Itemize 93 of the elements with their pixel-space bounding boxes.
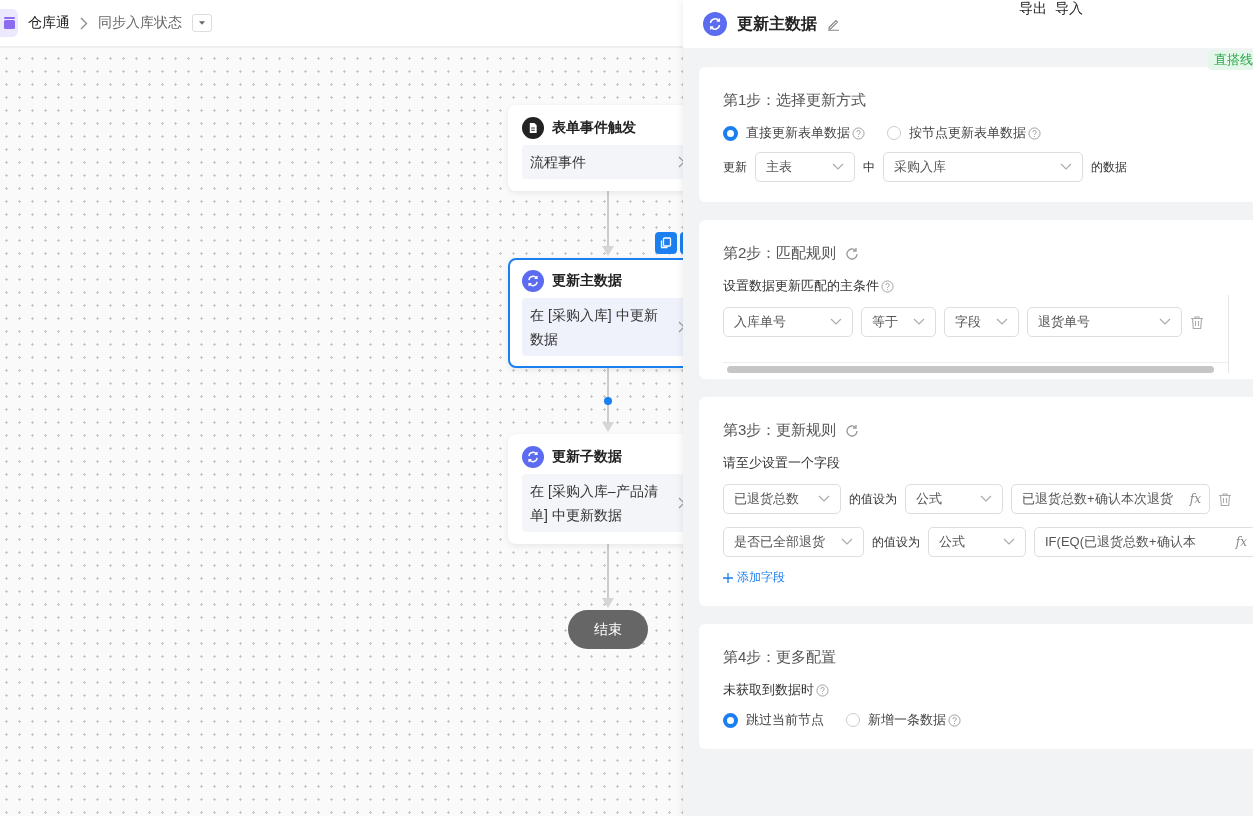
- chevron-down-icon: [830, 318, 842, 326]
- edit-icon[interactable]: [827, 17, 840, 31]
- step-title: 第1步：选择更新方式: [723, 91, 867, 110]
- radio-option[interactable]: 跳过当前节点: [723, 711, 824, 729]
- radio-button[interactable]: [723, 712, 738, 728]
- dropdown[interactable]: 是否已全部退货: [723, 527, 864, 557]
- connector-arrow: [602, 368, 614, 432]
- node-title: 表单事件触发: [552, 119, 636, 137]
- sync-icon: [522, 446, 544, 468]
- node-title: 更新主数据: [552, 272, 622, 290]
- connector-arrow: [602, 544, 614, 608]
- sync-icon: [522, 270, 544, 292]
- flow-node[interactable]: 更新子数据 在 [采购入库–产品清单] 中更新数据: [508, 434, 683, 544]
- step-title: 第2步：匹配规则: [723, 244, 837, 263]
- radio-label: 新增一条数据: [868, 711, 946, 729]
- radio-button[interactable]: [887, 126, 901, 140]
- dropdown-button[interactable]: [192, 14, 212, 32]
- help-icon[interactable]: [1028, 126, 1041, 140]
- chevron-down-icon: [913, 318, 925, 326]
- node-content[interactable]: 流程事件: [522, 145, 683, 179]
- row-label: 的值设为: [872, 533, 920, 551]
- document-icon: [522, 117, 544, 139]
- connector-arrow: [602, 191, 614, 256]
- copy-button[interactable]: [655, 232, 677, 254]
- row-label: 的数据: [1091, 158, 1127, 176]
- radio-button[interactable]: [846, 713, 860, 727]
- radio-label: 跳过当前节点: [746, 711, 824, 729]
- app-logo[interactable]: [0, 9, 18, 37]
- dropdown[interactable]: 采购入库: [883, 152, 1083, 182]
- scrollbar[interactable]: [727, 366, 1214, 373]
- caret-icon: [199, 20, 205, 26]
- section-label: 设置数据更新匹配的主条件: [723, 277, 879, 295]
- formula-field[interactable]: 已退货总数+确认本次退货 fx: [1011, 484, 1210, 514]
- formula-text: 已退货总数+确认本次退货: [1022, 490, 1173, 508]
- chevron-down-icon: [832, 163, 844, 171]
- add-field-link[interactable]: 添加字段: [723, 569, 785, 586]
- radio-label: 按节点更新表单数据: [909, 124, 1026, 142]
- row-label: 的值设为: [849, 490, 897, 508]
- breadcrumb-current: 同步入库状态: [98, 14, 182, 32]
- breadcrumb-link[interactable]: 仓库通: [28, 14, 70, 32]
- sync-icon: [703, 12, 727, 36]
- dropdown[interactable]: 已退货总数: [723, 484, 841, 514]
- chevron-down-icon: [841, 538, 853, 546]
- plus-icon: [723, 572, 733, 583]
- help-icon[interactable]: [816, 683, 829, 697]
- end-node[interactable]: 结束: [568, 610, 648, 649]
- dropdown[interactable]: 公式: [905, 484, 1003, 514]
- help-icon[interactable]: [852, 126, 865, 140]
- fx-icon[interactable]: fx: [1189, 492, 1201, 506]
- dropdown[interactable]: 等于: [861, 307, 936, 337]
- header-link[interactable]: 导出: [1019, 0, 1047, 18]
- row-label: 中: [863, 158, 875, 176]
- flow-node[interactable]: 表单事件触发 流程事件: [508, 105, 683, 191]
- chevron-right-icon: [80, 16, 88, 30]
- chevron-down-icon: [1159, 318, 1171, 326]
- node-content[interactable]: 在 [采购入库] 中更新数据: [522, 298, 683, 356]
- delete-icon[interactable]: [1218, 491, 1232, 507]
- status-tag: 直搭线: [1208, 50, 1253, 70]
- chevron-down-icon: [996, 318, 1008, 326]
- add-node-dot[interactable]: [604, 397, 612, 405]
- radio-label: 直接更新表单数据: [746, 124, 850, 142]
- help-icon[interactable]: [948, 713, 961, 727]
- section-label: 请至少设置一个字段: [723, 454, 840, 472]
- dropdown[interactable]: 字段: [944, 307, 1019, 337]
- chevron-down-icon: [1003, 538, 1015, 546]
- radio-button[interactable]: [723, 125, 738, 141]
- chevron-down-icon: [980, 495, 992, 503]
- delete-icon[interactable]: [1190, 314, 1204, 330]
- formula-field[interactable]: IF(EQ(已退货总数+确认本 fx: [1034, 527, 1253, 557]
- dropdown[interactable]: 退货单号: [1027, 307, 1182, 337]
- copy-icon: [660, 237, 672, 249]
- panel-title: 更新主数据: [737, 13, 817, 34]
- step-title: 第4步：更多配置: [723, 648, 837, 667]
- dropdown[interactable]: 入库单号: [723, 307, 853, 337]
- step-title: 第3步：更新规则: [723, 421, 837, 440]
- chevron-down-icon: [818, 495, 830, 503]
- dropdown[interactable]: 主表: [755, 152, 855, 182]
- radio-option[interactable]: 新增一条数据: [846, 711, 961, 729]
- dropdown[interactable]: 公式: [928, 527, 1026, 557]
- node-title: 更新子数据: [552, 448, 622, 466]
- header-link[interactable]: 导入: [1055, 0, 1083, 18]
- formula-text: IF(EQ(已退货总数+确认本: [1045, 533, 1196, 551]
- refresh-icon[interactable]: [844, 245, 861, 262]
- chevron-down-icon: [1060, 163, 1072, 171]
- node-content[interactable]: 在 [采购入库–产品清单] 中更新数据: [522, 474, 683, 532]
- refresh-icon[interactable]: [844, 422, 861, 439]
- fx-icon[interactable]: fx: [1235, 535, 1247, 549]
- box-icon: [4, 16, 16, 30]
- help-icon[interactable]: [881, 279, 894, 293]
- radio-option[interactable]: 直接更新表单数据: [723, 124, 865, 142]
- section-label: 未获取到数据时: [723, 681, 814, 699]
- row-label: 更新: [723, 158, 747, 176]
- radio-option[interactable]: 按节点更新表单数据: [887, 124, 1041, 142]
